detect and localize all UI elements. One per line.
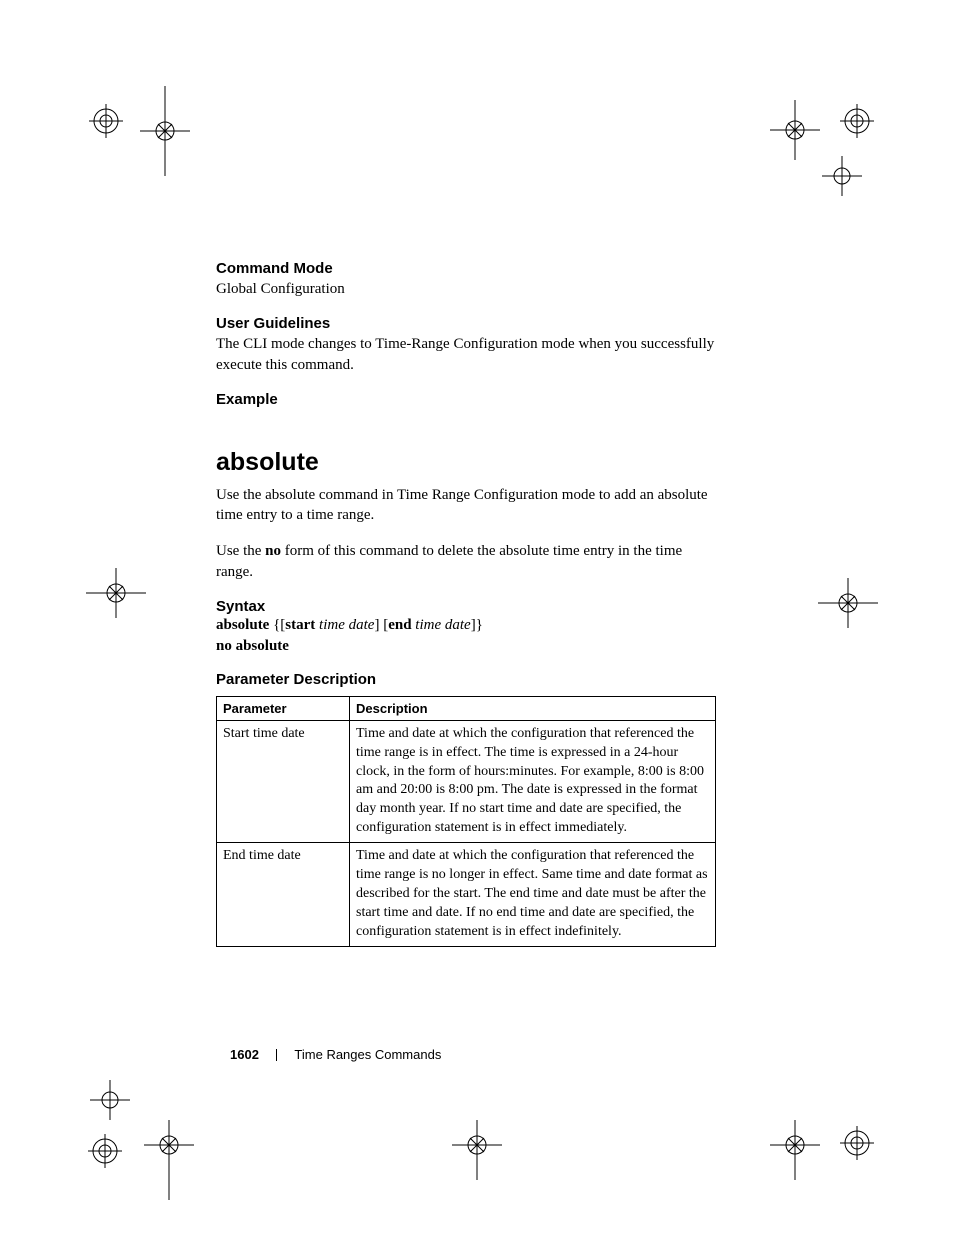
syntax-text: ]} (471, 617, 483, 633)
crop-mark-icon (86, 568, 136, 618)
text-fragment: form of this command to delete the absol… (216, 543, 682, 579)
syntax-arg: time date (319, 617, 374, 633)
text-bold-no: no (265, 543, 281, 559)
page-content: Command Mode Global Configuration User G… (216, 260, 716, 947)
text-fragment: Use the (216, 543, 265, 559)
heading-syntax: Syntax (216, 598, 716, 615)
crop-mark-icon (770, 100, 820, 150)
th-description: Description (350, 696, 716, 720)
heading-parameter-description: Parameter Description (216, 671, 716, 688)
registration-mark-icon (80, 1126, 150, 1196)
registration-mark-icon (832, 1118, 902, 1188)
crop-mark-icon (822, 156, 872, 206)
parameter-table: Parameter Description Start time date Ti… (216, 696, 716, 947)
heading-command-mode: Command Mode (216, 260, 716, 277)
text-command-mode: Global Configuration (216, 279, 716, 299)
command-description: Use the absolute command in Time Range C… (216, 485, 716, 526)
command-title: absolute (216, 448, 716, 477)
syntax-text: {[ (269, 617, 285, 633)
syntax-keyword: start (285, 617, 315, 633)
crop-mark-icon (818, 578, 868, 628)
table-row: End time date Time and date at which the… (217, 843, 716, 946)
page-number: 1602 (230, 1047, 259, 1062)
crop-mark-icon (452, 1120, 502, 1170)
table-row: Start time date Time and date at which t… (217, 720, 716, 842)
th-parameter: Parameter (217, 696, 350, 720)
syntax-line-2: no absolute (216, 638, 716, 655)
page-footer: 1602 Time Ranges Commands (230, 1047, 441, 1063)
footer-divider (276, 1049, 277, 1061)
text-user-guidelines: The CLI mode changes to Time-Range Confi… (216, 334, 716, 375)
syntax-line-1: absolute {[start time date] [end time da… (216, 617, 716, 634)
syntax-keyword: absolute (216, 617, 269, 633)
syntax-keyword: end (388, 617, 411, 633)
syntax-text: ] [ (374, 617, 388, 633)
heading-user-guidelines: User Guidelines (216, 315, 716, 332)
crop-mark-icon (90, 1080, 140, 1130)
footer-section-name: Time Ranges Commands (294, 1047, 441, 1062)
crop-mark-icon (140, 86, 190, 136)
command-no-form: Use the no form of this command to delet… (216, 541, 716, 582)
table-header-row: Parameter Description (217, 696, 716, 720)
cell-parameter: Start time date (217, 720, 350, 842)
syntax-arg: time date (415, 617, 470, 633)
cell-description: Time and date at which the configuration… (350, 843, 716, 946)
cell-description: Time and date at which the configuration… (350, 720, 716, 842)
heading-example: Example (216, 391, 716, 408)
crop-mark-icon (144, 1120, 194, 1170)
document-page: Command Mode Global Configuration User G… (0, 0, 954, 1235)
cell-parameter: End time date (217, 843, 350, 946)
crop-mark-icon (770, 1120, 820, 1170)
